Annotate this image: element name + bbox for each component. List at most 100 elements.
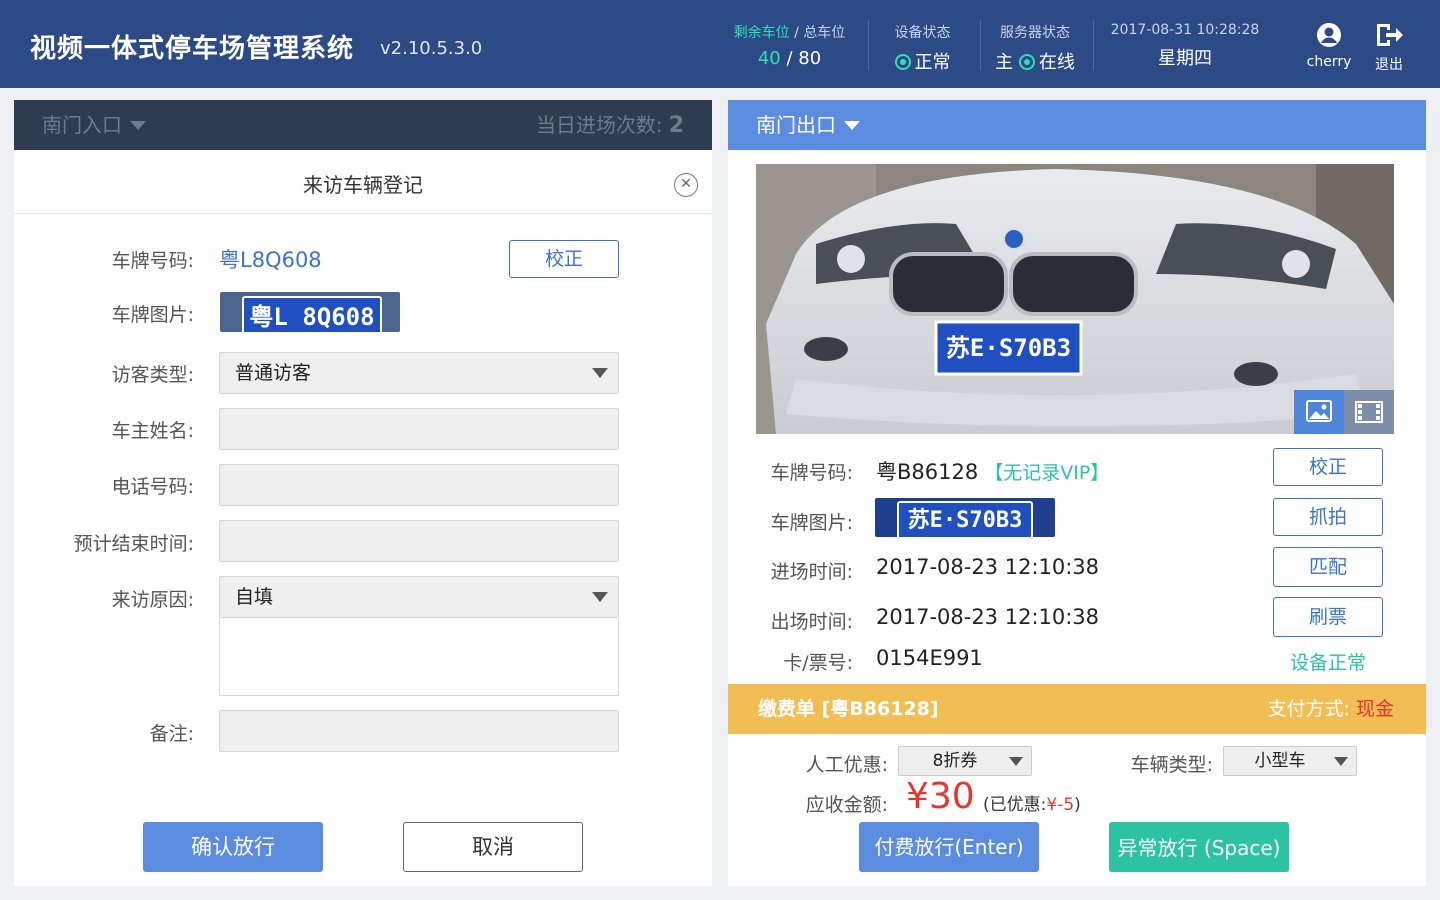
entry-gate-header: 南门入口 当日进场次数: 2 bbox=[14, 100, 712, 150]
exit-gate-panel: 南门出口 苏E·S70B3 车牌号码: 粤B86128 【无记录VIP】 校正 … bbox=[728, 100, 1426, 886]
exit-correct-button[interactable]: 校正 bbox=[1273, 448, 1383, 486]
discount-select[interactable]: 8折券 bbox=[898, 746, 1032, 776]
payment-method-label: 支付方式: bbox=[1267, 698, 1350, 720]
entry-time-value: 2017-08-23 12:10:38 bbox=[876, 555, 1100, 579]
visit-reason-label: 来访原因: bbox=[111, 589, 194, 611]
parking-spaces-stat: 剩余车位 / 总车位 40 / 80 bbox=[732, 22, 847, 69]
server-role: 主 bbox=[995, 52, 1014, 73]
cancel-button[interactable]: 取消 bbox=[403, 822, 583, 872]
visitor-type-select[interactable]: 普通访客 bbox=[219, 352, 619, 394]
confirm-release-button[interactable]: 确认放行 bbox=[143, 822, 323, 872]
discount-applied-suffix: ) bbox=[1074, 795, 1081, 815]
app-version: v2.10.5.3.0 bbox=[380, 38, 483, 59]
plate-number-label: 车牌号码: bbox=[111, 250, 194, 272]
payment-bill-title: 缴费单 [粤B86128] bbox=[758, 698, 939, 720]
correct-plate-button[interactable]: 校正 bbox=[509, 240, 619, 278]
total-spaces-value: 80 bbox=[798, 48, 822, 69]
entry-gate-name: 南门入口 bbox=[42, 113, 122, 137]
discount-applied-value: ¥-5 bbox=[1046, 795, 1075, 815]
visitor-type-label: 访客类型: bbox=[111, 364, 194, 386]
end-time-input[interactable] bbox=[219, 520, 619, 562]
dropdown-caret-icon bbox=[1334, 757, 1348, 766]
entry-count-value: 2 bbox=[668, 113, 684, 138]
exit-plate-image-text: 苏E·S70B3 bbox=[897, 501, 1033, 537]
image-icon[interactable] bbox=[1294, 390, 1344, 434]
remark-label: 备注: bbox=[149, 723, 194, 745]
snapshot-plate-text: 苏E·S70B3 bbox=[945, 334, 1072, 362]
dropdown-caret-icon bbox=[1009, 757, 1023, 766]
entry-gate-panel: 南门入口 当日进场次数: 2 来访车辆登记 ✕ 车牌号码: 粤L8Q608 校正 … bbox=[14, 100, 712, 886]
owner-name-input[interactable] bbox=[219, 408, 619, 450]
entry-time-label: 进场时间: bbox=[770, 561, 853, 583]
status-online-icon bbox=[1018, 54, 1035, 70]
server-status-stat: 服务器状态 主 在线 bbox=[990, 22, 1080, 74]
visit-reason-select[interactable]: 自填 bbox=[219, 576, 619, 618]
vehicle-type-value: 小型车 bbox=[1254, 751, 1306, 771]
logout-button[interactable]: 退出 bbox=[1368, 22, 1410, 74]
top-header: 视频一体式停车场管理系统 v2.10.5.3.0 剩余车位 / 总车位 40 /… bbox=[0, 0, 1440, 88]
header-divider bbox=[868, 20, 869, 70]
spaces-value-separator: / bbox=[780, 48, 799, 69]
swipe-ticket-button[interactable]: 刷票 bbox=[1273, 597, 1383, 637]
snapshot-view-toggle bbox=[1294, 390, 1394, 434]
card-number-label: 卡/票号: bbox=[783, 652, 853, 674]
phone-number-label: 电话号码: bbox=[111, 476, 194, 498]
exit-plate-image: 苏E·S70B3 bbox=[875, 498, 1055, 537]
device-status-stat: 设备状态 正常 bbox=[880, 22, 965, 74]
app-title: 视频一体式停车场管理系统 bbox=[30, 34, 355, 64]
device-status-value: 正常 bbox=[914, 52, 951, 73]
dropdown-caret-icon bbox=[592, 368, 608, 378]
plate-number-value[interactable]: 粤L8Q608 bbox=[219, 244, 322, 274]
match-button[interactable]: 匹配 bbox=[1273, 547, 1383, 587]
device-status-text: 设备正常 bbox=[1289, 652, 1366, 674]
visit-reason-value: 自填 bbox=[235, 586, 274, 608]
video-icon[interactable] bbox=[1344, 390, 1394, 434]
chevron-down-icon bbox=[130, 121, 146, 130]
close-icon[interactable]: ✕ bbox=[674, 173, 698, 197]
exit-time-value: 2017-08-23 12:10:38 bbox=[876, 605, 1100, 629]
vip-status-tag: 【无记录VIP】 bbox=[984, 462, 1110, 484]
plate-image-text: 粤L 8Q608 bbox=[242, 296, 382, 332]
spaces-label-separator: / bbox=[789, 25, 804, 41]
exit-gate-name: 南门出口 bbox=[756, 113, 836, 137]
current-weekday: 星期四 bbox=[1158, 48, 1212, 69]
discount-applied: (已优惠:¥-5) bbox=[983, 790, 1081, 815]
exit-plate-value: 粤B86128 bbox=[876, 460, 979, 484]
entry-count-label: 当日进场次数: bbox=[535, 113, 663, 137]
device-status-label: 设备状态 bbox=[894, 25, 951, 41]
end-time-label: 预计结束时间: bbox=[73, 533, 194, 555]
amount-due-value: ¥30 bbox=[906, 776, 975, 817]
vehicle-snapshot: 苏E·S70B3 bbox=[756, 164, 1394, 434]
phone-number-input[interactable] bbox=[219, 464, 619, 506]
abnormal-release-button[interactable]: 异常放行 (Space) bbox=[1109, 822, 1289, 872]
visit-reason-textarea[interactable] bbox=[219, 618, 619, 696]
free-spaces-label: 剩余车位 bbox=[733, 25, 790, 41]
user-icon bbox=[1317, 23, 1341, 47]
entry-gate-selector[interactable]: 南门入口 bbox=[42, 113, 146, 137]
dialog-title: 来访车辆登记 bbox=[14, 156, 712, 214]
discount-value: 8折券 bbox=[932, 751, 978, 771]
vehicle-type-select[interactable]: 小型车 bbox=[1223, 746, 1357, 776]
payment-bill-header: 缴费单 [粤B86128] 支付方式: 现金 bbox=[728, 684, 1426, 734]
exit-gate-header[interactable]: 南门出口 bbox=[728, 100, 1426, 150]
exit-plate-image-label: 车牌图片: bbox=[770, 512, 853, 534]
visitor-type-value: 普通访客 bbox=[235, 362, 312, 384]
free-spaces-value: 40 bbox=[757, 48, 781, 69]
logout-label: 退出 bbox=[1375, 57, 1403, 73]
card-number-value: 0154E991 bbox=[876, 646, 983, 670]
capture-button[interactable]: 抓拍 bbox=[1273, 498, 1383, 536]
total-spaces-label: 总车位 bbox=[803, 25, 846, 41]
remark-input[interactable] bbox=[219, 710, 619, 752]
entry-count: 当日进场次数: 2 bbox=[536, 100, 684, 151]
server-status-label: 服务器状态 bbox=[1000, 25, 1070, 41]
status-ok-icon bbox=[894, 54, 911, 70]
plate-image: 粤L 8Q608 bbox=[220, 292, 400, 332]
user-name: cherry bbox=[1306, 54, 1352, 70]
dropdown-caret-icon bbox=[592, 592, 608, 602]
discount-applied-prefix: (已优惠: bbox=[983, 795, 1047, 815]
exit-time-label: 出场时间: bbox=[770, 611, 853, 633]
user-button[interactable]: cherry bbox=[1300, 22, 1358, 70]
pay-release-button[interactable]: 付费放行(Enter) bbox=[859, 822, 1039, 872]
plate-image-label: 车牌图片: bbox=[111, 304, 194, 326]
chevron-down-icon bbox=[844, 121, 860, 130]
